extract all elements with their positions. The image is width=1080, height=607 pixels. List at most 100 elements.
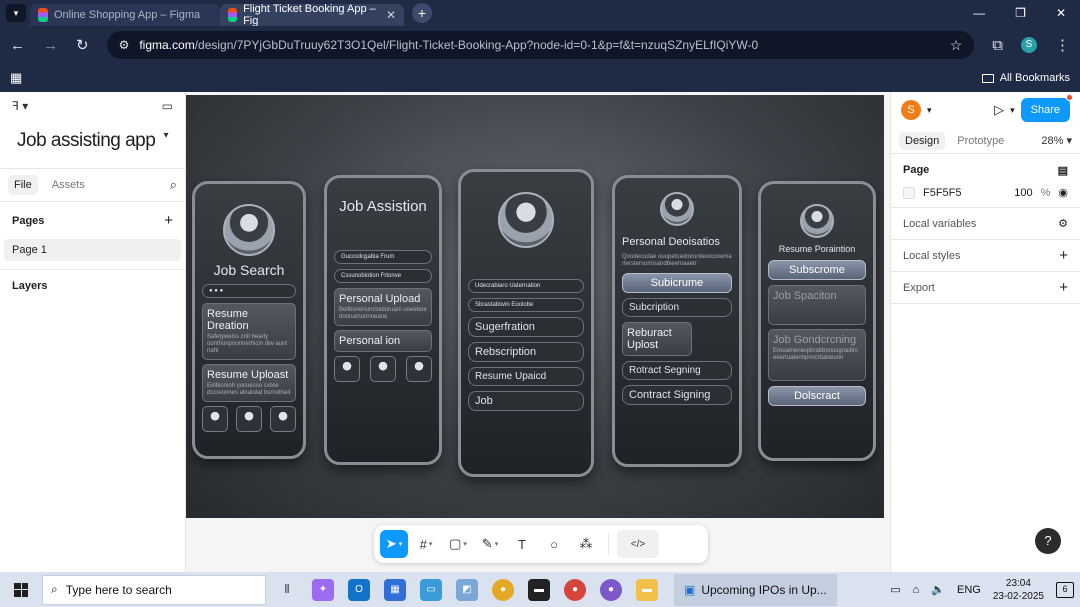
chevron-down-icon[interactable]: ▾	[1010, 105, 1015, 116]
frame-tool-button[interactable]: # ▾	[412, 530, 440, 558]
tab-design[interactable]: Design	[899, 131, 946, 150]
phone-card: Personal Upload Beliboneriuncluiduruam o…	[334, 288, 432, 326]
add-icon[interactable]: +	[1059, 279, 1068, 296]
add-icon[interactable]: +	[1059, 247, 1068, 264]
copilot-icon[interactable]: ✦	[312, 578, 334, 601]
browser-tab-active[interactable]: Flight Ticket Booking App – Fig ✕	[220, 3, 404, 27]
outlook-icon[interactable]: O	[348, 578, 370, 601]
bookmark-star-icon[interactable]: ☆	[950, 37, 963, 54]
zoom-level[interactable]: 28% ▾	[1041, 134, 1072, 147]
tab-assets[interactable]: Assets	[46, 175, 91, 195]
page-item[interactable]: Page 1	[4, 239, 181, 261]
figma-menu-icon[interactable]: ꟻ ▾	[12, 99, 28, 113]
bookmarks-bar: ▦ All Bookmarks	[0, 64, 1080, 92]
actions-button[interactable]: ⁂	[572, 530, 600, 558]
phone-button: Job	[468, 391, 584, 411]
bg-color-value[interactable]: F5F5F5	[923, 187, 962, 199]
photos-icon[interactable]: ▭	[420, 578, 442, 601]
design-canvas[interactable]: Job Search ● ● ● Resume Dreation Safetyw…	[186, 92, 890, 572]
chrome-icon[interactable]: ●	[492, 578, 514, 601]
comment-tool-button[interactable]: ○	[540, 530, 568, 558]
tab-title: Flight Ticket Booking App – Fig	[243, 3, 376, 27]
browser-tab[interactable]: Online Shopping App – Figma	[30, 4, 220, 26]
forward-icon[interactable]: →	[43, 37, 58, 54]
phone-button: Rotract Segning	[622, 361, 732, 380]
export-label[interactable]: Export	[903, 282, 935, 294]
task-view-icon[interactable]: ⫼	[276, 579, 298, 601]
chevron-down-icon[interactable]: ▾	[463, 540, 467, 548]
file-explorer-icon[interactable]: ▬	[636, 578, 658, 601]
present-play-icon[interactable]: ▷	[994, 102, 1004, 118]
menu-icon[interactable]: ⋮	[1055, 36, 1070, 54]
new-tab-button[interactable]: +	[412, 3, 432, 23]
user-avatar[interactable]: S	[901, 100, 921, 120]
shape-tool-button[interactable]: ▢ ▾	[444, 530, 472, 558]
toggle-sidebar-icon[interactable]: ▭	[162, 99, 173, 113]
clock[interactable]: 23:04 23-02-2025	[993, 577, 1044, 603]
bg-opacity-value[interactable]: 100	[1014, 187, 1032, 199]
chevron-down-icon[interactable]: ▾	[163, 130, 168, 168]
terminal-icon[interactable]: ▬	[528, 578, 550, 601]
apps-grid-icon[interactable]: ▦	[10, 70, 22, 86]
text-tool-button[interactable]: T	[508, 530, 536, 558]
share-button[interactable]: Share	[1020, 94, 1073, 122]
close-icon[interactable]: ✕	[386, 8, 396, 22]
url-field[interactable]: ⚙ figma.com/design/7PYjGbDuTruuy62T3O1Qe…	[106, 31, 975, 59]
reload-icon[interactable]: ↻	[76, 36, 89, 54]
language-indicator[interactable]: ENG	[957, 584, 981, 596]
taskbar-active-app[interactable]: ▣ Upcoming IPOs in Up...	[674, 573, 837, 606]
search-icon[interactable]: ⌕	[170, 177, 177, 193]
chrome-profile-icon[interactable]: ●	[600, 578, 622, 601]
site-info-icon[interactable]: ⚙	[119, 38, 130, 52]
network-icon[interactable]: ⌂	[913, 584, 920, 596]
canvas-image-frame[interactable]: Job Search ● ● ● Resume Dreation Safetyw…	[186, 95, 884, 518]
active-app-title: Upcoming IPOs in Up...	[701, 582, 827, 597]
profile-avatar[interactable]: S	[1021, 37, 1037, 53]
extensions-icon[interactable]: ⧉	[992, 37, 1003, 54]
system-tray: ▭ ⌂ 🔈 ENG 23:04 23-02-2025 6	[890, 577, 1074, 603]
taskbar-search[interactable]: ⌕ Type here to search	[42, 574, 266, 605]
help-button[interactable]: ?	[1035, 528, 1061, 554]
battery-icon[interactable]: ▭	[890, 583, 900, 596]
volume-icon[interactable]: 🔈	[931, 583, 945, 596]
local-styles-label[interactable]: Local styles	[903, 250, 960, 262]
maximize-icon[interactable]: ❐	[1015, 6, 1026, 20]
store-icon[interactable]: ▦	[384, 578, 406, 601]
chevron-down-icon[interactable]: ▾	[429, 540, 433, 548]
variables-settings-icon[interactable]: ⚙	[1058, 217, 1068, 230]
chevron-down-icon[interactable]: ▾	[927, 105, 932, 116]
close-window-icon[interactable]: ✕	[1056, 6, 1066, 20]
profile-avatar-image	[800, 204, 834, 238]
library-icon[interactable]: ▤	[1058, 164, 1068, 177]
dev-mode-toggle[interactable]: </>	[617, 530, 659, 558]
phone-pill: Udecrabiaro Uaternation	[468, 279, 584, 293]
chrome-profile-icon[interactable]: ●	[564, 578, 586, 601]
phone-title: Personal Deoisatios	[622, 236, 720, 248]
back-icon[interactable]: ←	[10, 37, 25, 54]
chevron-down-icon[interactable]: ▾	[399, 540, 403, 548]
eye-icon[interactable]: ◉	[1058, 186, 1068, 199]
profile-avatar-image	[498, 192, 554, 248]
phone-mockup: Job Search ● ● ● Resume Dreation Safetyw…	[192, 181, 306, 459]
local-variables-label[interactable]: Local variables	[903, 218, 976, 230]
tab-prototype[interactable]: Prototype	[951, 132, 1010, 150]
chevron-down-icon[interactable]: ▾	[495, 540, 499, 548]
profile-thumb-image	[202, 406, 228, 432]
phone-card: Personal ion	[334, 330, 432, 352]
page-background-row[interactable]: F5F5F5 100 % ◉	[891, 186, 1080, 208]
pen-tool-button[interactable]: ✎ ▾	[476, 530, 504, 558]
move-tool-button[interactable]: ➤ ▾	[380, 530, 408, 558]
clock-date: 23-02-2025	[992, 590, 1044, 602]
tab-search-button[interactable]: ▾	[6, 4, 26, 22]
minimize-icon[interactable]: —	[973, 6, 985, 20]
card-text: Eelbionioh yocuesso cxlxie dccreonnes al…	[207, 383, 291, 396]
add-page-icon[interactable]: +	[164, 212, 173, 229]
notifications-icon[interactable]: 6	[1056, 581, 1074, 598]
all-bookmarks[interactable]: All Bookmarks	[981, 72, 1070, 84]
tab-file[interactable]: File	[8, 175, 38, 195]
share-label: Share	[1030, 104, 1060, 116]
project-title-row[interactable]: Job assisting app ▾	[0, 120, 185, 168]
windows-start-icon[interactable]	[14, 582, 28, 597]
app-icon[interactable]: ◩	[456, 578, 478, 601]
color-swatch[interactable]	[903, 186, 915, 199]
